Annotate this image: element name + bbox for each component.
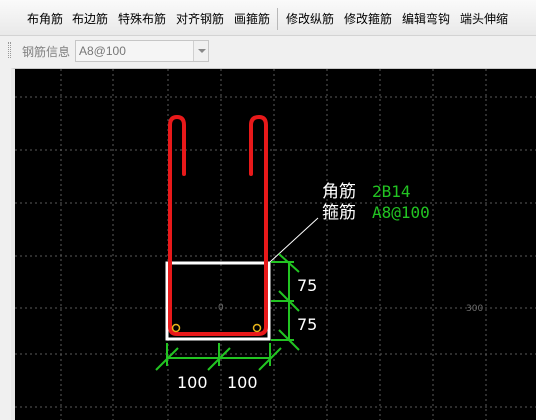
- corner-rebar-value: 2B14: [372, 182, 411, 201]
- horizontal-dim-right: 100: [227, 373, 258, 392]
- stirrup-value: A8@100: [372, 203, 430, 222]
- vertical-dim-upper: 75: [297, 276, 317, 295]
- x-axis-mark-label: 300: [466, 304, 483, 314]
- stirrup[interactable]: [168, 115, 268, 336]
- horizontal-dimension: [155, 343, 282, 371]
- origin-label: 0: [218, 303, 224, 313]
- corner-rebar-label: 角筋: [322, 182, 356, 202]
- corner-rebar-left[interactable]: [171, 323, 181, 333]
- section-drawing: 0 300 角筋 2B14 箍筋 A8@100 75 75 100 100: [15, 69, 536, 420]
- stirrup-label: 箍筋: [322, 203, 356, 223]
- corner-rebar-right[interactable]: [252, 323, 262, 333]
- vertical-dimension: [271, 253, 300, 351]
- vertical-dim-lower: 75: [297, 315, 317, 334]
- grid: [15, 69, 536, 420]
- annotation-leader: [269, 217, 319, 263]
- horizontal-dim-left: 100: [177, 373, 208, 392]
